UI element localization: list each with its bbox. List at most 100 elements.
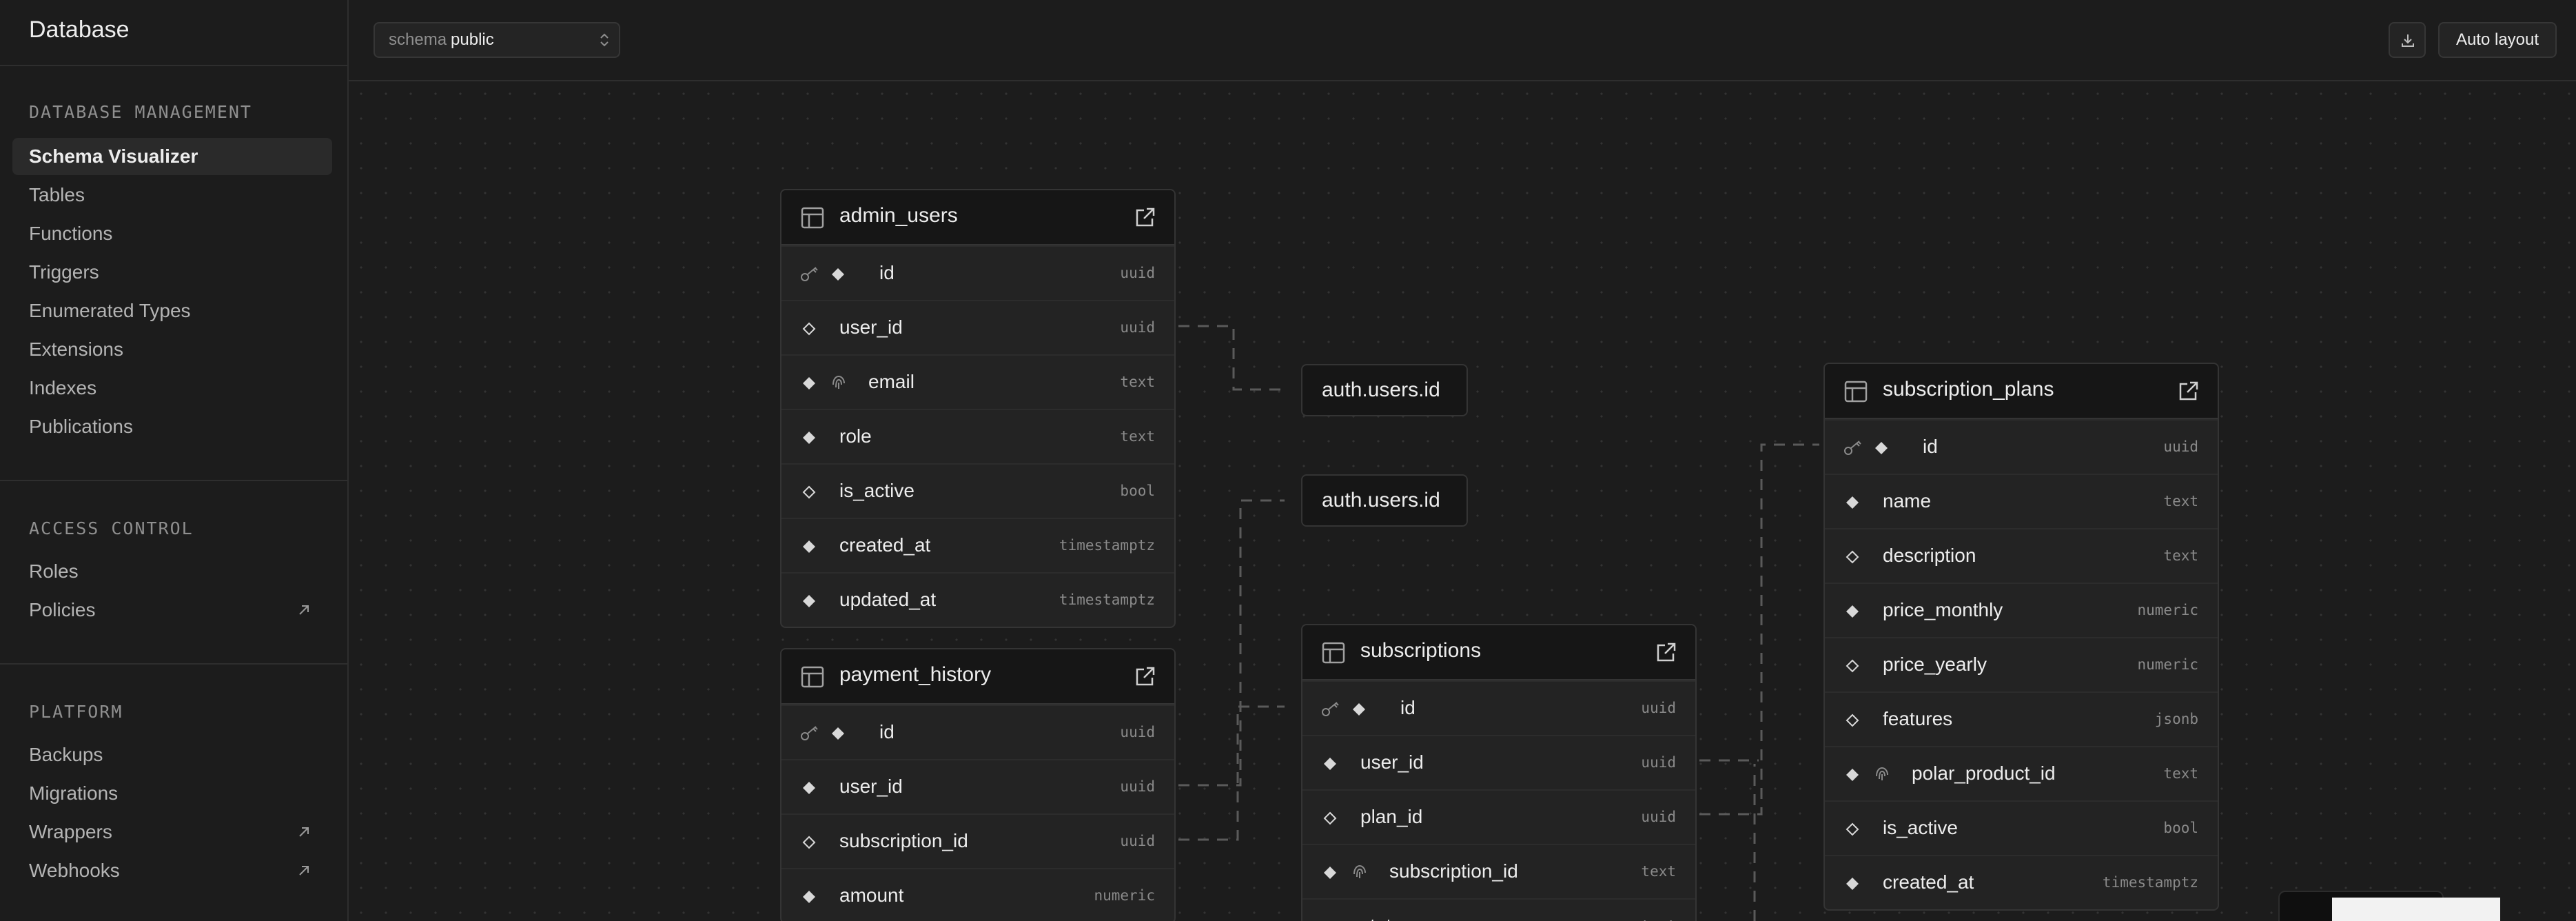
column-row[interactable]: user_id uuid: [781, 300, 1174, 354]
primary-key-icon: [801, 267, 818, 281]
table-admin-users[interactable]: admin_users id uuid user_id uuid email t…: [780, 189, 1176, 628]
table-subscriptions[interactable]: subscriptions id uuid user_id uuid plan_…: [1301, 624, 1697, 921]
sidebar-title: Database: [29, 17, 130, 43]
schema-select[interactable]: schema public: [374, 22, 620, 58]
column-type: timestamptz: [1059, 591, 1155, 608]
relation-edge: [1178, 499, 1285, 787]
fingerprint-icon: [832, 375, 845, 389]
sidebar-item-functions[interactable]: Functions: [12, 215, 332, 252]
divider: [0, 663, 347, 665]
column-type: text: [2163, 493, 2198, 509]
table-header: subscription_plans: [1825, 364, 2218, 419]
column-name: status: [1360, 915, 1412, 921]
sidebar-item-indexes[interactable]: Indexes: [12, 370, 332, 407]
table-header: subscriptions: [1302, 625, 1695, 680]
sidebar-item-policies[interactable]: Policies: [12, 591, 332, 629]
external-link-icon: [299, 605, 309, 615]
sidebar-item-extensions[interactable]: Extensions: [12, 331, 332, 368]
sidebar-item-backups[interactable]: Backups: [12, 736, 332, 773]
non-nullable-diamond-icon: [803, 891, 815, 903]
column-name: polar_product_id: [1912, 762, 2056, 784]
column-row[interactable]: plan_id uuid: [1302, 789, 1695, 844]
non-nullable-diamond-icon: [1846, 605, 1859, 618]
column-row[interactable]: status text: [1302, 898, 1695, 921]
non-nullable-diamond-icon: [832, 268, 844, 281]
column-row[interactable]: name text: [1825, 474, 2218, 528]
sidebar-item-webhooks[interactable]: Webhooks: [12, 852, 332, 889]
open-table-icon[interactable]: [2178, 380, 2200, 402]
external-link-icon: [299, 866, 309, 876]
column-row[interactable]: id uuid: [781, 245, 1174, 300]
column-name: is_active: [839, 480, 914, 501]
column-row[interactable]: description text: [1825, 528, 2218, 583]
primary-key-icon: [1322, 702, 1339, 716]
open-table-icon[interactable]: [1134, 665, 1156, 687]
column-name: features: [1883, 708, 1953, 729]
table-payment-history[interactable]: payment_history id uuid user_id uuid sub…: [780, 648, 1176, 921]
reference-node-auth-users-id[interactable]: auth.users.id: [1301, 474, 1468, 527]
column-row[interactable]: price_yearly numeric: [1825, 637, 2218, 691]
sidebar-item-publications[interactable]: Publications: [12, 408, 332, 445]
toolbar: schema public Auto layout: [349, 0, 2576, 81]
column-type: uuid: [1120, 265, 1155, 281]
column-row[interactable]: created_at timestamptz: [1825, 855, 2218, 909]
primary-key-icon: [1844, 441, 1861, 455]
column-row[interactable]: created_at timestamptz: [781, 518, 1174, 572]
column-type: numeric: [2137, 602, 2198, 618]
column-row[interactable]: user_id uuid: [1302, 735, 1695, 789]
reference-node-auth-users-id[interactable]: auth.users.id: [1301, 364, 1468, 416]
open-table-icon[interactable]: [1655, 641, 1677, 663]
column-row[interactable]: id uuid: [1825, 419, 2218, 474]
column-row[interactable]: role text: [781, 409, 1174, 463]
sidebar-item-label: Wrappers: [29, 821, 112, 842]
column-type: numeric: [2137, 656, 2198, 673]
table-icon: [1322, 642, 1345, 664]
download-button[interactable]: [2389, 22, 2426, 58]
column-type: text: [2163, 547, 2198, 564]
sidebar-item-wrappers[interactable]: Wrappers: [12, 813, 332, 851]
non-nullable-diamond-icon: [803, 432, 815, 444]
column-row[interactable]: polar_product_id text: [1825, 746, 2218, 800]
column-name: email: [868, 371, 914, 392]
non-nullable-diamond-icon: [1875, 442, 1888, 454]
non-nullable-diamond-icon: [803, 540, 815, 553]
column-type: bool: [1120, 483, 1155, 499]
column-row[interactable]: id uuid: [781, 705, 1174, 759]
table-name: subscriptions: [1360, 639, 1482, 662]
sidebar-item-schema-visualizer[interactable]: Schema Visualizer: [12, 138, 332, 175]
column-row[interactable]: price_monthly numeric: [1825, 583, 2218, 637]
column-name: user_id: [1360, 751, 1424, 773]
schema-canvas[interactable]: admin_users id uuid user_id uuid email t…: [349, 81, 2576, 921]
sidebar-item-triggers[interactable]: Triggers: [12, 254, 332, 291]
column-name: price_monthly: [1883, 599, 2003, 620]
column-row[interactable]: email text: [781, 354, 1174, 409]
auto-layout-button[interactable]: Auto layout: [2438, 22, 2557, 58]
sidebar-item-roles[interactable]: Roles: [12, 553, 332, 590]
column-row[interactable]: amount numeric: [781, 868, 1174, 921]
sidebar-item-enumerated-types[interactable]: Enumerated Types: [12, 292, 332, 330]
column-row[interactable]: user_id uuid: [781, 759, 1174, 813]
column-name: amount: [839, 884, 904, 906]
column-type: uuid: [1120, 778, 1155, 795]
column-row[interactable]: updated_at timestamptz: [781, 572, 1174, 627]
external-link-icon: [299, 827, 309, 837]
column-type: text: [1120, 428, 1155, 445]
nullable-diamond-icon: [802, 485, 816, 499]
column-row[interactable]: subscription_id text: [1302, 844, 1695, 898]
sidebar-item-migrations[interactable]: Migrations: [12, 775, 332, 812]
column-type: text: [1641, 863, 1676, 880]
table-subscription-plans[interactable]: subscription_plans id uuid name text des…: [1823, 363, 2219, 911]
minimap[interactable]: [2278, 891, 2500, 921]
column-name: id: [879, 721, 895, 742]
table-header: admin_users: [781, 190, 1174, 245]
column-row[interactable]: features jsonb: [1825, 691, 2218, 746]
primary-key-icon: [801, 726, 818, 740]
table-icon: [801, 207, 824, 229]
column-row[interactable]: is_active bool: [1825, 800, 2218, 855]
table-name: admin_users: [839, 204, 958, 227]
sidebar-item-tables[interactable]: Tables: [12, 176, 332, 214]
column-row[interactable]: subscription_id uuid: [781, 813, 1174, 868]
column-row[interactable]: is_active bool: [781, 463, 1174, 518]
column-row[interactable]: id uuid: [1302, 680, 1695, 735]
open-table-icon[interactable]: [1134, 206, 1156, 228]
